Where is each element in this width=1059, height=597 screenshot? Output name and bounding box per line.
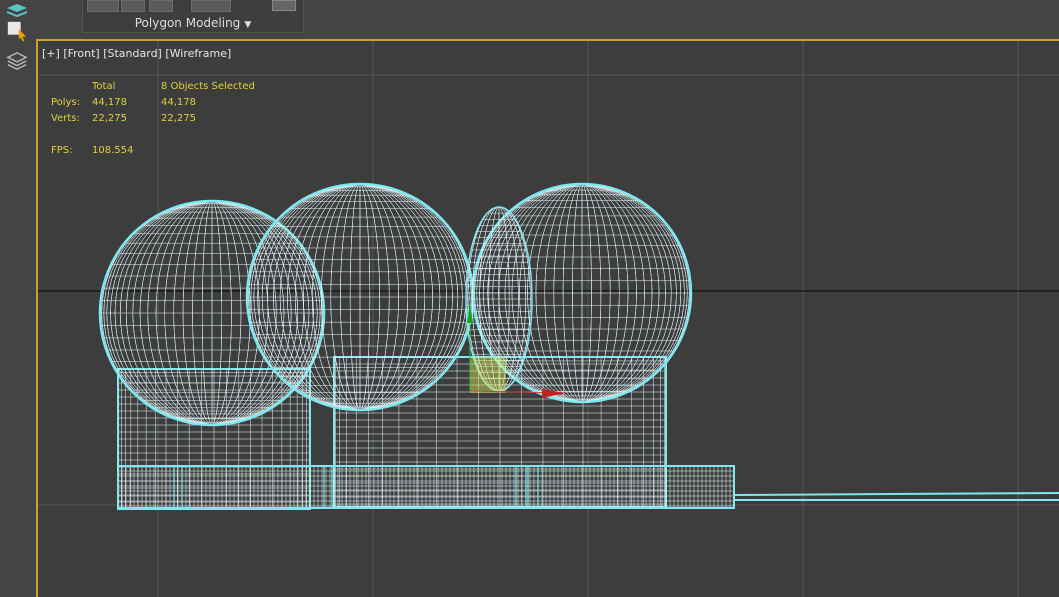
wireframe-scene bbox=[38, 41, 1059, 597]
ribbon-tool-button[interactable] bbox=[191, 0, 231, 12]
panel-title[interactable]: Polygon Modeling ▼ bbox=[83, 16, 303, 30]
layers-icon[interactable] bbox=[5, 0, 29, 22]
ribbon-tool-button[interactable] bbox=[121, 0, 145, 12]
stats-header-total: Total bbox=[92, 81, 116, 92]
ribbon-tool-button[interactable] bbox=[87, 0, 119, 12]
panel-title-label: Polygon Modeling bbox=[134, 16, 241, 30]
viewport-front[interactable]: [+] [Front] [Standard] [Wireframe] Total… bbox=[36, 39, 1059, 597]
polys-selected: 44,178 bbox=[161, 97, 196, 108]
viewport-label[interactable]: [+] [Front] [Standard] [Wireframe] bbox=[42, 47, 231, 60]
viewport-shading[interactable]: [Wireframe] bbox=[165, 47, 231, 60]
verts-total: 22,275 bbox=[92, 113, 127, 124]
left-toolbar bbox=[0, 0, 36, 597]
chevron-down-icon: ▼ bbox=[244, 20, 252, 30]
select-object-icon[interactable] bbox=[5, 20, 29, 42]
ribbon-up-button[interactable] bbox=[272, 0, 296, 11]
viewport-menu-plus[interactable]: [+] bbox=[42, 47, 60, 60]
fps-value: 108.554 bbox=[92, 145, 134, 156]
ribbon-tool-button[interactable] bbox=[149, 0, 173, 12]
stats-header-selected: 8 Objects Selected bbox=[161, 81, 255, 92]
fps-label: FPS: bbox=[51, 145, 73, 156]
verts-selected: 22,275 bbox=[161, 113, 196, 124]
polys-total: 44,178 bbox=[92, 97, 127, 108]
verts-label: Verts: bbox=[51, 113, 80, 124]
ribbon: Polygon Modeling ▼ bbox=[36, 0, 1059, 38]
polys-label: Polys: bbox=[51, 97, 81, 108]
viewport-point-of-view[interactable]: [Front] bbox=[63, 47, 99, 60]
viewport-standard[interactable]: [Standard] bbox=[103, 47, 162, 60]
polygon-modeling-panel: Polygon Modeling ▼ bbox=[82, 0, 304, 33]
layer-explorer-icon[interactable] bbox=[5, 50, 29, 72]
